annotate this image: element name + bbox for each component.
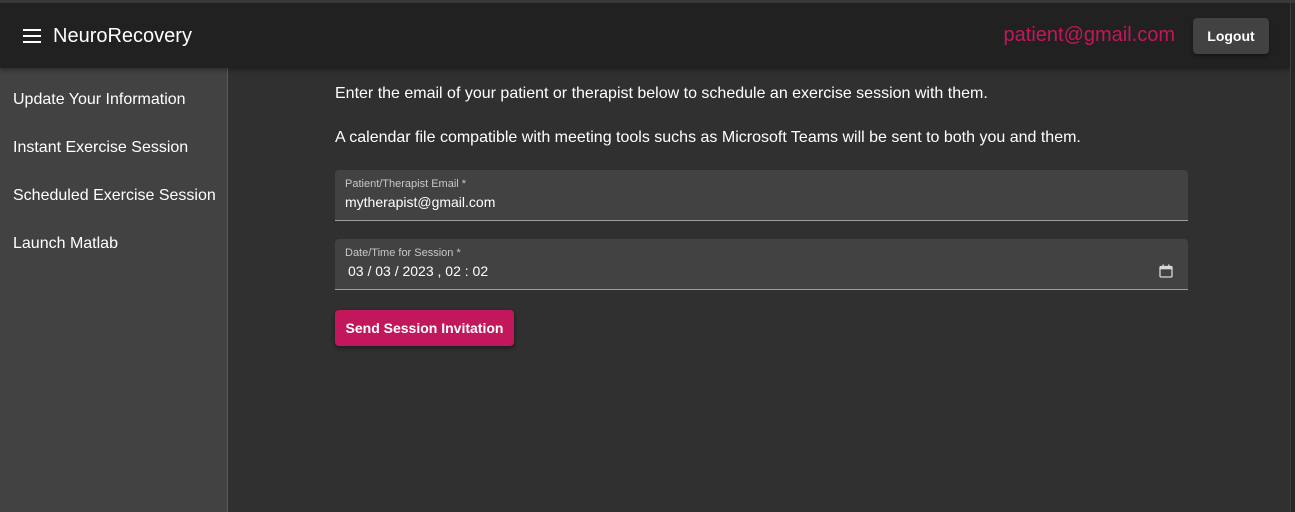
sidebar-item-scheduled-exercise-session[interactable]: Scheduled Exercise Session (0, 172, 227, 220)
window-right-border (1290, 3, 1295, 512)
email-field-label: Patient/Therapist Email * (345, 178, 467, 190)
sidebar-item-launch-matlab[interactable]: Launch Matlab (0, 220, 227, 268)
calendar-icon[interactable] (1159, 264, 1173, 278)
sidebar-item-instant-exercise-session[interactable]: Instant Exercise Session (0, 124, 227, 172)
hamburger-menu-icon[interactable] (23, 29, 41, 43)
send-session-invitation-button[interactable]: Send Session Invitation (335, 310, 514, 346)
app-bar: NeuroRecovery patient@gmail.com Logout (0, 3, 1290, 68)
datetime-field[interactable]: Date/Time for Session * 03 / 03 / 2023 ,… (335, 239, 1188, 290)
datetime-field-label: Date/Time for Session * (345, 247, 461, 259)
email-field-value: mytherapist@gmail.com (345, 194, 496, 210)
sidebar: Update Your Information Instant Exercise… (0, 68, 228, 512)
intro-text: Enter the email of your patient or thera… (335, 85, 988, 102)
datetime-field-value: 03 / 03 / 2023 , 02 : 02 (348, 263, 489, 279)
sidebar-item-label: Update Your Information (13, 91, 186, 108)
calendar-info-text: A calendar file compatible with meeting … (335, 129, 1081, 146)
main-content: Enter the email of your patient or thera… (228, 68, 1290, 512)
app-title: NeuroRecovery (53, 25, 192, 47)
user-email: patient@gmail.com (1003, 24, 1175, 46)
email-field[interactable]: Patient/Therapist Email * mytherapist@gm… (335, 170, 1188, 221)
sidebar-item-label: Instant Exercise Session (13, 139, 189, 156)
sidebar-item-label: Scheduled Exercise Session (13, 187, 216, 204)
app-window: NeuroRecovery patient@gmail.com Logout U… (0, 0, 1295, 512)
sidebar-item-label: Launch Matlab (13, 235, 118, 252)
logout-button[interactable]: Logout (1193, 18, 1269, 54)
sidebar-item-update-information[interactable]: Update Your Information (0, 76, 227, 124)
